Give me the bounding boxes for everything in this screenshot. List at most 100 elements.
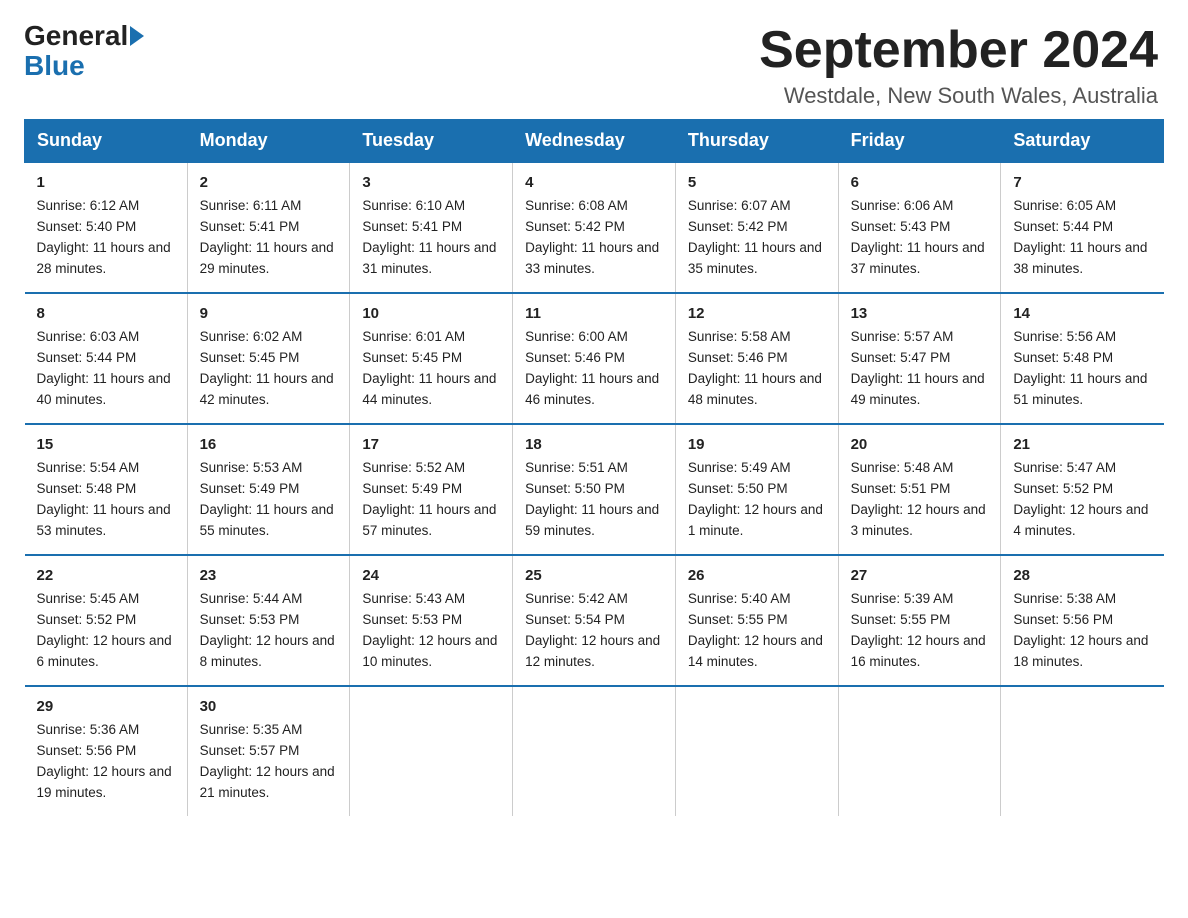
calendar-cell: 16Sunrise: 5:53 AMSunset: 5:49 PMDayligh… bbox=[187, 424, 350, 555]
sunset-label: Sunset: 5:53 PM bbox=[362, 612, 462, 627]
daylight-label: Daylight: 11 hours and 33 minutes. bbox=[525, 240, 659, 276]
calendar-week-row: 1Sunrise: 6:12 AMSunset: 5:40 PMDaylight… bbox=[25, 162, 1164, 293]
day-number: 17 bbox=[362, 433, 500, 456]
daylight-label: Daylight: 11 hours and 42 minutes. bbox=[200, 371, 334, 407]
day-number: 8 bbox=[37, 302, 175, 325]
daylight-label: Daylight: 11 hours and 48 minutes. bbox=[688, 371, 822, 407]
weekday-header-tuesday: Tuesday bbox=[350, 120, 513, 163]
sunrise-label: Sunrise: 5:51 AM bbox=[525, 460, 628, 475]
sunrise-label: Sunrise: 6:12 AM bbox=[37, 198, 140, 213]
sunset-label: Sunset: 5:40 PM bbox=[37, 219, 137, 234]
calendar-cell: 24 Sunrise: 5:43 AM Sunset: 5:53 PM Dayligh… bbox=[350, 555, 513, 686]
day-number: 20 bbox=[851, 433, 989, 456]
sunset-label: Sunset: 5:49 PM bbox=[200, 481, 300, 496]
calendar-table: SundayMondayTuesdayWednesdayThursdayFrid… bbox=[24, 119, 1164, 816]
sunrise-label: Sunrise: 6:01 AM bbox=[362, 329, 465, 344]
daylight-label: Daylight: 12 hours and 16 minutes. bbox=[851, 633, 986, 669]
day-number: 30 bbox=[200, 695, 338, 718]
sunrise-label: Sunrise: 5:44 AM bbox=[200, 591, 303, 606]
daylight-label: Daylight: 12 hours and 3 minutes. bbox=[851, 502, 986, 538]
sunset-label: Sunset: 5:56 PM bbox=[37, 743, 137, 758]
sunset-label: Sunset: 5:44 PM bbox=[1013, 219, 1113, 234]
month-title: September 2024 bbox=[759, 22, 1158, 79]
daylight-label: Daylight: 12 hours and 4 minutes. bbox=[1013, 502, 1148, 538]
calendar-cell: 20Sunrise: 5:48 AMSunset: 5:51 PMDayligh… bbox=[838, 424, 1001, 555]
daylight-label: Daylight: 11 hours and 59 minutes. bbox=[525, 502, 659, 538]
day-number: 28 bbox=[1013, 564, 1151, 587]
daylight-label: Daylight: 11 hours and 53 minutes. bbox=[37, 502, 171, 538]
sunrise-label: Sunrise: 5:52 AM bbox=[362, 460, 465, 475]
daylight-label: Daylight: 12 hours and 18 minutes. bbox=[1013, 633, 1148, 669]
day-number: 24 bbox=[362, 564, 500, 587]
calendar-cell: 19Sunrise: 5:49 AMSunset: 5:50 PMDayligh… bbox=[675, 424, 838, 555]
calendar-cell: 13Sunrise: 5:57 AMSunset: 5:47 PMDayligh… bbox=[838, 293, 1001, 424]
sunset-label: Sunset: 5:49 PM bbox=[362, 481, 462, 496]
sunrise-label: Sunrise: 6:00 AM bbox=[525, 329, 628, 344]
calendar-cell: 18 Sunrise: 5:51 AM Sunset: 5:50 PM Dayligh… bbox=[513, 424, 676, 555]
sunset-label: Sunset: 5:48 PM bbox=[1013, 350, 1113, 365]
day-number: 2 bbox=[200, 171, 338, 194]
sunset-label: Sunset: 5:44 PM bbox=[37, 350, 137, 365]
sunrise-label: Sunrise: 5:39 AM bbox=[851, 591, 954, 606]
day-number: 16 bbox=[200, 433, 338, 456]
calendar-week-row: 22Sunrise: 5:45 AMSunset: 5:52 PMDayligh… bbox=[25, 555, 1164, 686]
calendar-cell: 27Sunrise: 5:39 AMSunset: 5:55 PMDayligh… bbox=[838, 555, 1001, 686]
day-number: 5 bbox=[688, 171, 826, 194]
sunset-label: Sunset: 5:55 PM bbox=[851, 612, 951, 627]
calendar-cell bbox=[1001, 686, 1164, 816]
sunrise-label: Sunrise: 5:56 AM bbox=[1013, 329, 1116, 344]
daylight-label: Daylight: 11 hours and 35 minutes. bbox=[688, 240, 822, 276]
calendar-cell: 7Sunrise: 6:05 AMSunset: 5:44 PMDaylight… bbox=[1001, 162, 1164, 293]
day-number: 9 bbox=[200, 302, 338, 325]
logo: General Blue bbox=[24, 22, 146, 82]
day-number: 6 bbox=[851, 171, 989, 194]
weekday-header-friday: Friday bbox=[838, 120, 1001, 163]
calendar-cell: 15Sunrise: 5:54 AMSunset: 5:48 PMDayligh… bbox=[25, 424, 188, 555]
sunrise-label: Sunrise: 5:35 AM bbox=[200, 722, 303, 737]
calendar-cell: 11Sunrise: 6:00 AMSunset: 5:46 PMDayligh… bbox=[513, 293, 676, 424]
sunset-label: Sunset: 5:46 PM bbox=[688, 350, 788, 365]
day-number: 22 bbox=[37, 564, 175, 587]
calendar-cell bbox=[838, 686, 1001, 816]
daylight-label: Daylight: 11 hours and 40 minutes. bbox=[37, 371, 171, 407]
sunset-label: Sunset: 5:41 PM bbox=[362, 219, 462, 234]
sunset-label: Sunset: 5:45 PM bbox=[200, 350, 300, 365]
daylight-label: Daylight: 11 hours and 28 minutes. bbox=[37, 240, 171, 276]
sunrise-label: Sunrise: 5:43 AM bbox=[362, 591, 465, 606]
sunrise-label: Sunrise: 5:47 AM bbox=[1013, 460, 1116, 475]
sunrise-label: Sunrise: 5:36 AM bbox=[37, 722, 140, 737]
sunset-label: Sunset: 5:53 PM bbox=[200, 612, 300, 627]
day-number: 3 bbox=[362, 171, 500, 194]
sunrise-label: Sunrise: 5:57 AM bbox=[851, 329, 954, 344]
weekday-header-row: SundayMondayTuesdayWednesdayThursdayFrid… bbox=[25, 120, 1164, 163]
day-number: 19 bbox=[688, 433, 826, 456]
calendar-cell: 12Sunrise: 5:58 AMSunset: 5:46 PMDayligh… bbox=[675, 293, 838, 424]
daylight-label: Daylight: 12 hours and 1 minute. bbox=[688, 502, 823, 538]
sunset-label: Sunset: 5:50 PM bbox=[525, 481, 625, 496]
calendar-cell: 8Sunrise: 6:03 AMSunset: 5:44 PMDaylight… bbox=[25, 293, 188, 424]
calendar-cell: 1Sunrise: 6:12 AMSunset: 5:40 PMDaylight… bbox=[25, 162, 188, 293]
calendar-week-row: 29Sunrise: 5:36 AMSunset: 5:56 PMDayligh… bbox=[25, 686, 1164, 816]
day-number: 10 bbox=[362, 302, 500, 325]
weekday-header-sunday: Sunday bbox=[25, 120, 188, 163]
day-number: 15 bbox=[37, 433, 175, 456]
sunset-label: Sunset: 5:51 PM bbox=[851, 481, 951, 496]
calendar-cell: 21Sunrise: 5:47 AMSunset: 5:52 PMDayligh… bbox=[1001, 424, 1164, 555]
calendar-cell bbox=[350, 686, 513, 816]
day-number: 18 bbox=[525, 433, 663, 456]
sunrise-label: Sunrise: 5:49 AM bbox=[688, 460, 791, 475]
daylight-label: Daylight: 12 hours and 10 minutes. bbox=[362, 633, 497, 669]
calendar-cell: 30Sunrise: 5:35 AMSunset: 5:57 PMDayligh… bbox=[187, 686, 350, 816]
day-number: 23 bbox=[200, 564, 338, 587]
page-header: General Blue September 2024 Westdale, Ne… bbox=[0, 0, 1188, 119]
sunrise-label: Sunrise: 6:08 AM bbox=[525, 198, 628, 213]
calendar-cell: 14Sunrise: 5:56 AMSunset: 5:48 PMDayligh… bbox=[1001, 293, 1164, 424]
sunrise-label: Sunrise: 6:10 AM bbox=[362, 198, 465, 213]
sunrise-label: Sunrise: 6:06 AM bbox=[851, 198, 954, 213]
sunrise-label: Sunrise: 5:42 AM bbox=[525, 591, 628, 606]
day-number: 12 bbox=[688, 302, 826, 325]
location-text: Westdale, New South Wales, Australia bbox=[759, 83, 1158, 109]
daylight-label: Daylight: 11 hours and 55 minutes. bbox=[200, 502, 334, 538]
sunset-label: Sunset: 5:42 PM bbox=[525, 219, 625, 234]
daylight-label: Daylight: 12 hours and 19 minutes. bbox=[37, 764, 172, 800]
